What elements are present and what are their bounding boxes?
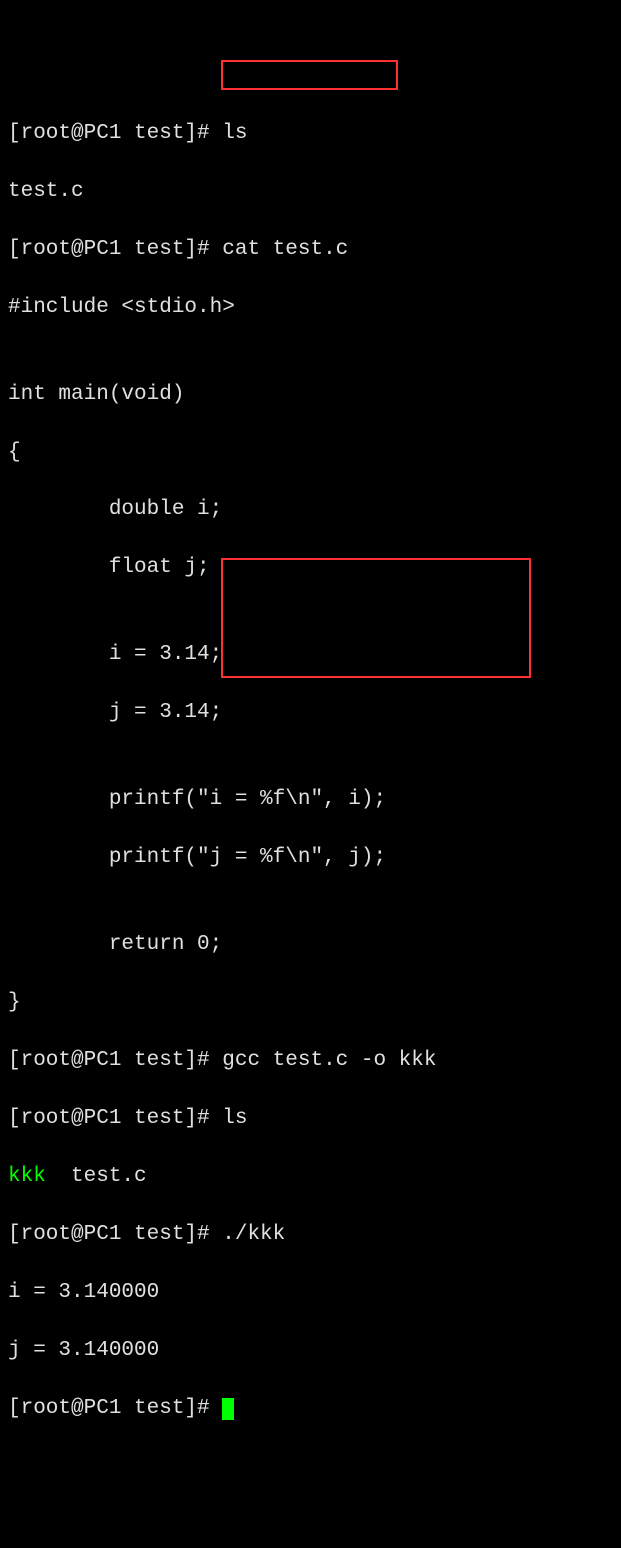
prompt: [root@PC1 test]# [8, 1107, 222, 1130]
command: ls [222, 1107, 247, 1130]
source-line: } [8, 989, 613, 1018]
terminal-line[interactable]: [root@PC1 test]# [8, 1395, 613, 1424]
source-line: #include <stdio.h> [8, 294, 613, 323]
source-line: int main(void) [8, 381, 613, 410]
command: cat test.c [222, 238, 348, 261]
highlight-box [221, 60, 398, 90]
terminal-line: [root@PC1 test]# ls [8, 1105, 613, 1134]
source-line: return 0; [8, 931, 613, 960]
terminal-output: j = 3.140000 [8, 1337, 613, 1366]
source-line: i = 3.14; [8, 641, 613, 670]
prompt: [root@PC1 test]# [8, 238, 222, 261]
terminal-line: [root@PC1 test]# cat test.c [8, 236, 613, 265]
terminal-line: [root@PC1 test]# ./kkk [8, 1221, 613, 1250]
prompt: [root@PC1 test]# [8, 1223, 222, 1246]
terminal-output: test.c [8, 178, 613, 207]
terminal-output: i = 3.140000 [8, 1279, 613, 1308]
executable-file: kkk [8, 1165, 46, 1188]
prompt: [root@PC1 test]# [8, 122, 222, 145]
terminal-line: [root@PC1 test]# gcc test.c -o kkk [8, 1047, 613, 1076]
source-line: printf("i = %f\n", i); [8, 786, 613, 815]
command: gcc test.c -o kkk [222, 1049, 436, 1072]
terminal-line: [root@PC1 test]# ls [8, 120, 613, 149]
command: ls [222, 122, 247, 145]
file-name: test.c [46, 1165, 147, 1188]
terminal-output: kkk test.c [8, 1163, 613, 1192]
prompt: [root@PC1 test]# [8, 1049, 222, 1072]
source-line: printf("j = %f\n", j); [8, 844, 613, 873]
source-line: j = 3.14; [8, 699, 613, 728]
source-line: double i; [8, 496, 613, 525]
cursor-icon [222, 1398, 234, 1420]
source-line: { [8, 439, 613, 468]
command: ./kkk [222, 1223, 285, 1246]
prompt: [root@PC1 test]# [8, 1397, 222, 1420]
source-line: float j; [8, 554, 613, 583]
